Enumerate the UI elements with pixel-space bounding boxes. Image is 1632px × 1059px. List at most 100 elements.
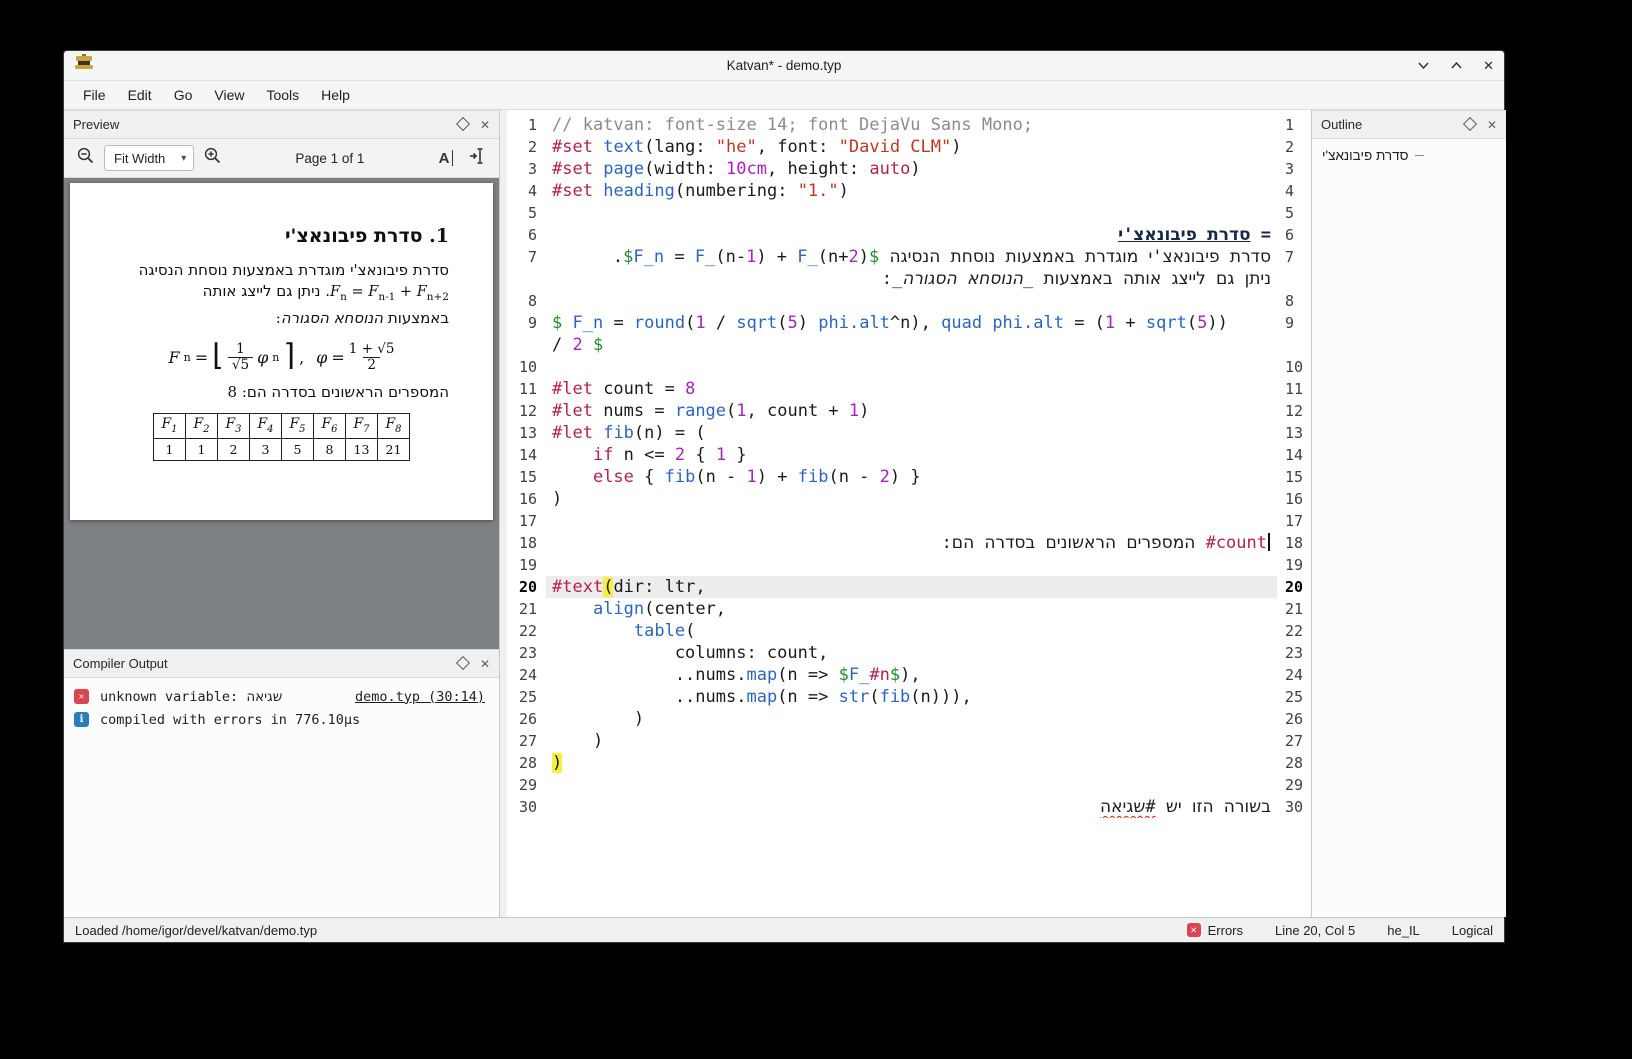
code-line[interactable]: = סדרת פיבונאצ'י xyxy=(546,224,1277,246)
editor-row[interactable]: 16)16 xyxy=(507,488,1311,510)
zoom-mode-select[interactable]: Fit Width ▾ xyxy=(104,145,194,171)
code-line[interactable]: if n <= 2 { 1 } xyxy=(546,444,1277,466)
minimize-button[interactable] xyxy=(1417,59,1430,72)
editor-row[interactable]: 4#set heading(numbering: "1.")4 xyxy=(507,180,1311,202)
code-line[interactable]: table( xyxy=(546,620,1277,642)
editor-row[interactable]: 11#let count = 811 xyxy=(507,378,1311,400)
code-line[interactable]: ..nums.map(n => $F_#n$), xyxy=(546,664,1277,686)
errors-indicator[interactable]: ✕ Errors xyxy=(1187,923,1243,938)
close-panel-button[interactable]: ✕ xyxy=(1487,119,1497,131)
outline-item[interactable]: סדרת פיבונאצ'י xyxy=(1322,148,1496,163)
editor-row[interactable]: 9$ F_n = round(1 / sqrt(5) phi.alt^n), q… xyxy=(507,312,1311,334)
float-panel-button[interactable] xyxy=(458,658,468,670)
code-line[interactable]: // katvan: font-size 14; font DejaVu San… xyxy=(546,114,1277,136)
close-button[interactable]: ✕ xyxy=(1483,58,1494,74)
editor-row[interactable]: 30בשורה הזו יש #שגיאה30 xyxy=(507,796,1311,818)
cursor-position[interactable]: Line 20, Col 5 xyxy=(1275,923,1355,938)
code-line[interactable]: #let count = 8 xyxy=(546,378,1277,400)
code-line[interactable]: #let nums = range(1, count + 1) xyxy=(546,400,1277,422)
code-line[interactable]: / 2 $ xyxy=(546,334,1277,356)
line-number-right: 9 xyxy=(1277,312,1311,334)
editor-row[interactable]: 6= סדרת פיבונאצ'י6 xyxy=(507,224,1311,246)
follow-editor-cursor-button[interactable]: A xyxy=(439,150,453,166)
editor-row[interactable]: 28)28 xyxy=(507,752,1311,774)
code-line[interactable]: columns: count, xyxy=(546,642,1277,664)
editor-row[interactable]: 1010 xyxy=(507,356,1311,378)
locale-indicator[interactable]: he_IL xyxy=(1387,923,1420,938)
code-line[interactable] xyxy=(546,356,1277,378)
editor-row[interactable]: 18#count המספרים הראשונים בסדרה הם:18 xyxy=(507,532,1311,554)
menu-item-view[interactable]: View xyxy=(203,83,255,107)
code-line[interactable]: ..nums.map(n => str(fib(n))), xyxy=(546,686,1277,708)
code-line[interactable]: ) xyxy=(546,752,1277,774)
menu-item-file[interactable]: File xyxy=(72,83,117,107)
line-number-right: 6 xyxy=(1277,224,1311,246)
editor-row[interactable]: 25 ..nums.map(n => str(fib(n))),25 xyxy=(507,686,1311,708)
vertical-splitter[interactable] xyxy=(500,110,507,917)
menu-item-help[interactable]: Help xyxy=(310,83,361,107)
editor-row[interactable]: 2929 xyxy=(507,774,1311,796)
editor-code[interactable]: 1// katvan: font-size 14; font DejaVu Sa… xyxy=(507,110,1311,917)
editor-row[interactable]: 26 )26 xyxy=(507,708,1311,730)
code-line[interactable]: סדרת פיבונאצ'י מוגדרת באמצעות נוסחת הנסי… xyxy=(546,246,1277,268)
editor-row[interactable]: 12#let nums = range(1, count + 1)12 xyxy=(507,400,1311,422)
titlebar[interactable]: Katvan* - demo.typ ✕ xyxy=(64,51,1504,81)
code-line[interactable] xyxy=(546,510,1277,532)
code-line[interactable]: $ F_n = round(1 / sqrt(5) phi.alt^n), qu… xyxy=(546,312,1277,334)
editor-row[interactable]: 1919 xyxy=(507,554,1311,576)
close-panel-button[interactable]: ✕ xyxy=(480,658,490,670)
menu-item-edit[interactable]: Edit xyxy=(117,83,163,107)
doc-paragraph-line: Fn = Fn-1 + Fn+2. ניתן גם לייצג אותה xyxy=(114,281,449,308)
zoom-out-button[interactable] xyxy=(76,146,95,170)
code-line[interactable]: #let fib(n) = ( xyxy=(546,422,1277,444)
close-panel-button[interactable]: ✕ xyxy=(480,119,490,131)
editor-row[interactable]: 23 columns: count,23 xyxy=(507,642,1311,664)
code-line[interactable]: #set text(lang: "he", font: "David CLM") xyxy=(546,136,1277,158)
editor-row[interactable]: 20#text(dir: ltr,20 xyxy=(507,576,1311,598)
editor-row[interactable]: 24 ..nums.map(n => $F_#n$),24 xyxy=(507,664,1311,686)
code-line[interactable] xyxy=(546,774,1277,796)
editor-row[interactable]: 27 )27 xyxy=(507,730,1311,752)
code-line[interactable] xyxy=(546,202,1277,224)
editor-row[interactable]: 2#set text(lang: "he", font: "David CLM"… xyxy=(507,136,1311,158)
code-line[interactable]: else { fib(n - 1) + fib(n - 2) } xyxy=(546,466,1277,488)
preview-viewport[interactable]: 1. סדרת פיבונאצ'י סדרת פיבונאצ'י מוגדרת … xyxy=(64,178,499,649)
code-line[interactable]: ) xyxy=(546,708,1277,730)
maximize-button[interactable] xyxy=(1450,59,1463,72)
bidi-mode-indicator[interactable]: Logical xyxy=(1452,923,1493,938)
table-cell: F1 xyxy=(154,413,186,438)
editor-row[interactable]: 55 xyxy=(507,202,1311,224)
editor-row[interactable]: 3#set page(width: 10cm, height: auto)3 xyxy=(507,158,1311,180)
zoom-in-button[interactable] xyxy=(203,146,222,170)
editor-row[interactable]: 1// katvan: font-size 14; font DejaVu Sa… xyxy=(507,114,1311,136)
editor-row[interactable]: 88 xyxy=(507,290,1311,312)
code-line[interactable]: #set heading(numbering: "1.") xyxy=(546,180,1277,202)
code-line[interactable]: ) xyxy=(546,730,1277,752)
code-line[interactable]: #set page(width: 10cm, height: auto) xyxy=(546,158,1277,180)
code-line[interactable]: ניתן גם לייצג אותה באמצעות _הנוסחא הסגור… xyxy=(546,268,1277,290)
editor-row[interactable]: 21 align(center,21 xyxy=(507,598,1311,620)
editor-row[interactable]: 15 else { fib(n - 1) + fib(n - 2) }15 xyxy=(507,466,1311,488)
code-line[interactable]: בשורה הזו יש #שגיאה xyxy=(546,796,1277,818)
editor-row[interactable]: 14 if n <= 2 { 1 }14 xyxy=(507,444,1311,466)
compiler-output: ✕unknown variable: שגיאהdemo.typ (30:14)… xyxy=(64,678,499,917)
float-panel-button[interactable] xyxy=(458,119,468,131)
menu-item-go[interactable]: Go xyxy=(163,83,204,107)
editor-row[interactable]: ניתן גם לייצג אותה באמצעות _הנוסחא הסגור… xyxy=(507,268,1311,290)
menu-item-tools[interactable]: Tools xyxy=(255,83,310,107)
code-line[interactable]: ) xyxy=(546,488,1277,510)
error-location-link[interactable]: demo.typ (30:14) xyxy=(355,689,485,705)
editor-row[interactable]: 7סדרת פיבונאצ'י מוגדרת באמצעות נוסחת הנס… xyxy=(507,246,1311,268)
float-panel-button[interactable] xyxy=(1465,119,1475,131)
code-line[interactable]: #count המספרים הראשונים בסדרה הם: xyxy=(546,532,1277,554)
line-number-right: 23 xyxy=(1277,642,1311,664)
editor-row[interactable]: 13#let fib(n) = (13 xyxy=(507,422,1311,444)
code-line[interactable] xyxy=(546,290,1277,312)
editor-row[interactable]: / 2 $ xyxy=(507,334,1311,356)
code-line[interactable] xyxy=(546,554,1277,576)
editor-row[interactable]: 1717 xyxy=(507,510,1311,532)
code-line[interactable]: align(center, xyxy=(546,598,1277,620)
editor-row[interactable]: 22 table(22 xyxy=(507,620,1311,642)
jump-to-cursor-button[interactable] xyxy=(469,147,487,170)
code-line[interactable]: #text(dir: ltr, xyxy=(546,576,1277,598)
